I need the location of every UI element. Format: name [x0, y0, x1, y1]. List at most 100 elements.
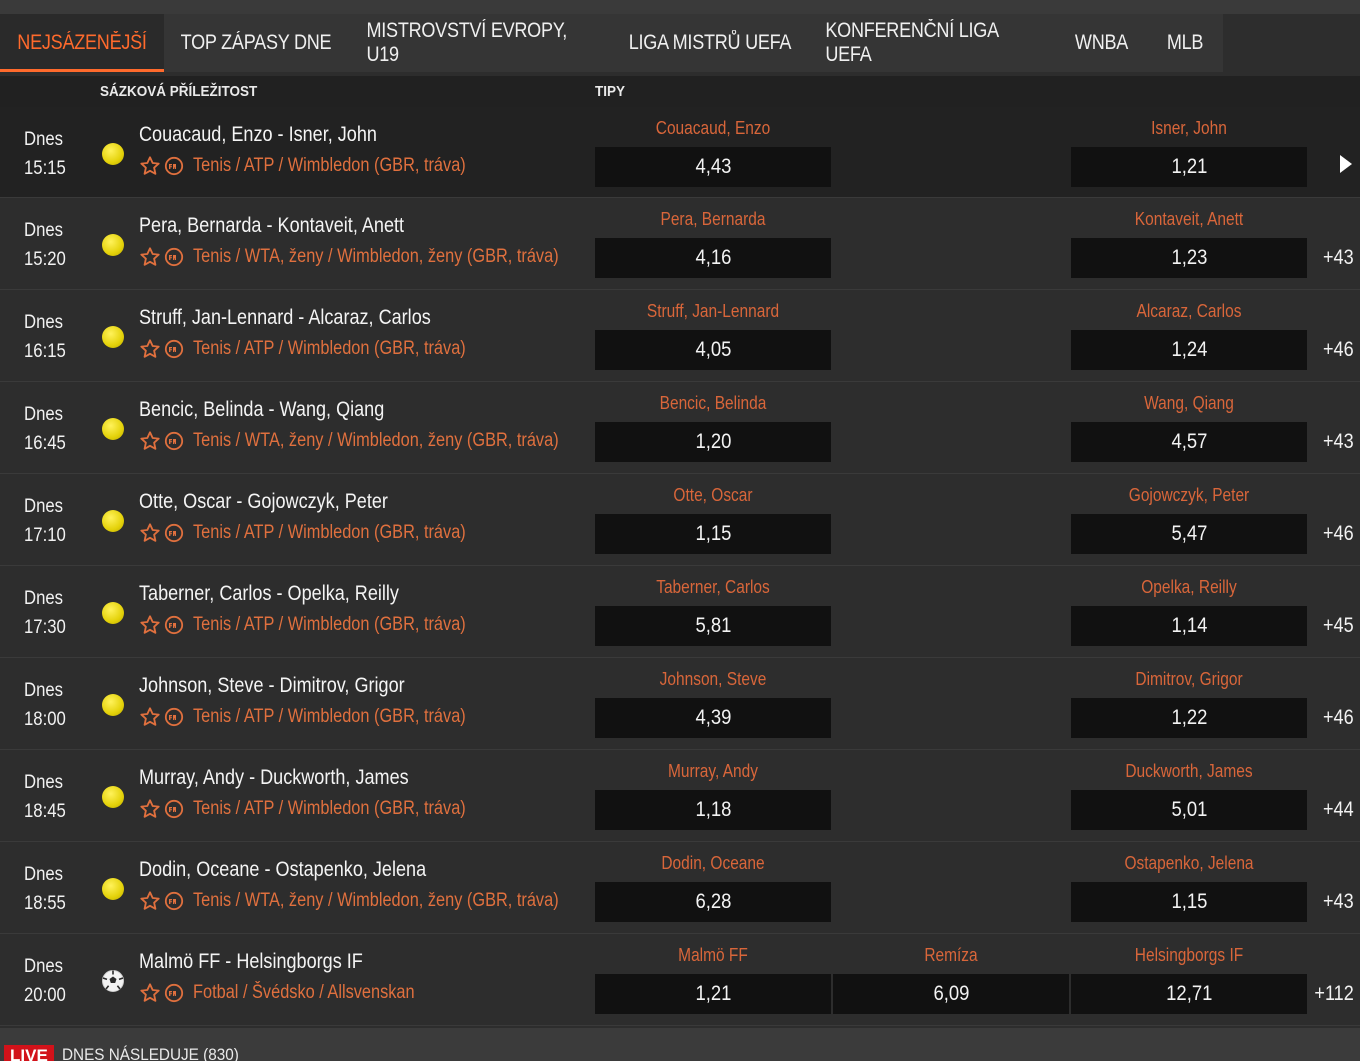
event-datetime: Dnes 17:30	[24, 584, 66, 642]
event-name[interactable]: Otte, Oscar - Gojowczyk, Peter	[139, 490, 388, 514]
home-odd-button[interactable]: 1,15	[595, 514, 831, 554]
tab-label: LIGA MISTRŮ UEFA	[628, 31, 792, 54]
tab-mistrovstvi-evropy-u19[interactable]: MISTROVSTVÍ EVROPY, U19	[348, 14, 612, 72]
tab-top-zapasy-dne[interactable]: TOP ZÁPASY DNE	[164, 14, 348, 72]
away-odd-button[interactable]: 1,21	[1071, 147, 1307, 187]
event-category[interactable]: Tenis / ATP / Wimbledon (GBR, tráva)	[193, 155, 466, 177]
more-markets-link[interactable]: +43	[1323, 246, 1354, 270]
more-markets-link[interactable]: +46	[1323, 338, 1354, 362]
event-category[interactable]: Tenis / ATP / Wimbledon (GBR, tráva)	[193, 338, 466, 360]
home-odd-button[interactable]: 4,43	[595, 147, 831, 187]
home-odd-button[interactable]: 4,05	[595, 330, 831, 370]
more-markets-link[interactable]: +46	[1323, 522, 1354, 546]
home-odd-value: 1,18	[695, 798, 731, 821]
away-odd-button[interactable]: 12,71	[1071, 974, 1307, 1014]
event-name[interactable]: Pera, Bernarda - Kontaveit, Anett	[139, 214, 404, 238]
event-row[interactable]: Dnes 15:20 Pera, Bernarda - Kontaveit, A…	[0, 198, 1360, 290]
away-odd-button[interactable]: 1,22	[1071, 698, 1307, 738]
event-category[interactable]: Tenis / WTA, ženy / Wimbledon, ženy (GBR…	[193, 430, 559, 452]
favorite-star-icon[interactable]	[139, 522, 161, 544]
event-list: Dnes 15:15 Couacaud, Enzo - Isner, John …	[0, 107, 1360, 1026]
away-selection-name: Alcaraz, Carlos	[1136, 301, 1242, 321]
event-day: Dnes	[24, 129, 64, 150]
away-odd-button[interactable]: 5,47	[1071, 514, 1307, 554]
home-odd-button[interactable]: 5,81	[595, 606, 831, 646]
away-odd-button[interactable]: 1,24	[1071, 330, 1307, 370]
tab-konferencni-liga-uefa[interactable]: KONFERENČNÍ LIGA UEFA	[808, 14, 1056, 72]
event-category[interactable]: Fotbal / Švédsko / Allsvenskan	[193, 982, 415, 1004]
favorite-star-icon[interactable]	[139, 706, 161, 728]
favorite-star-icon[interactable]	[139, 614, 161, 636]
event-datetime: Dnes 16:45	[24, 400, 66, 458]
home-odd-button[interactable]: 1,21	[595, 974, 831, 1014]
event-meta: Tenis / ATP / Wimbledon (GBR, tráva)	[139, 706, 510, 728]
home-odd-button[interactable]: 1,20	[595, 422, 831, 462]
event-category[interactable]: Tenis / ATP / Wimbledon (GBR, tráva)	[193, 614, 466, 636]
favorite-star-icon[interactable]	[139, 982, 161, 1004]
event-name[interactable]: Johnson, Steve - Dimitrov, Grigor	[139, 674, 405, 698]
draw-odd-button[interactable]: 6,09	[833, 974, 1069, 1014]
event-row[interactable]: Dnes 20:00 Malmö FF - Helsingborgs IF Fo…	[0, 934, 1360, 1026]
tab-liga-mistru-uefa[interactable]: LIGA MISTRŮ UEFA	[612, 14, 808, 72]
event-time: 15:20	[24, 249, 66, 270]
away-selection-name: Kontaveit, Anett	[1134, 209, 1244, 229]
event-name[interactable]: Couacaud, Enzo - Isner, John	[139, 123, 377, 147]
more-markets-link[interactable]: +46	[1323, 706, 1354, 730]
event-row[interactable]: Dnes 16:45 Bencic, Belinda - Wang, Qiang…	[0, 382, 1360, 474]
event-row[interactable]: Dnes 17:10 Otte, Oscar - Gojowczyk, Pete…	[0, 474, 1360, 566]
tab-label: KONFERENČNÍ LIGA UEFA	[825, 19, 998, 66]
sport-tabs: NEJSÁZENĚJŠÍ TOP ZÁPASY DNE MISTROVSTVÍ …	[0, 14, 1223, 72]
more-markets-link[interactable]: +43	[1323, 890, 1354, 914]
event-name[interactable]: Struff, Jan-Lennard - Alcaraz, Carlos	[139, 306, 431, 330]
home-odd-button[interactable]: 6,28	[595, 882, 831, 922]
home-selection-name: Otte, Oscar	[673, 485, 753, 505]
event-time: 18:55	[24, 893, 66, 914]
event-category[interactable]: Tenis / ATP / Wimbledon (GBR, tráva)	[193, 522, 466, 544]
event-row[interactable]: Dnes 18:00 Johnson, Steve - Dimitrov, Gr…	[0, 658, 1360, 750]
event-name[interactable]: Taberner, Carlos - Opelka, Reilly	[139, 582, 399, 606]
favorite-star-icon[interactable]	[139, 155, 161, 177]
away-odd-button[interactable]: 1,14	[1071, 606, 1307, 646]
event-row[interactable]: Dnes 17:30 Taberner, Carlos - Opelka, Re…	[0, 566, 1360, 658]
event-name[interactable]: Malmö FF - Helsingborgs IF	[139, 950, 363, 974]
favorite-star-icon[interactable]	[139, 798, 161, 820]
event-name[interactable]: Murray, Andy - Duckworth, James	[139, 766, 409, 790]
home-odd-button[interactable]: 4,16	[595, 238, 831, 278]
home-odd-button[interactable]: 1,18	[595, 790, 831, 830]
event-name[interactable]: Bencic, Belinda - Wang, Qiang	[139, 398, 384, 422]
favorite-star-icon[interactable]	[139, 246, 161, 268]
event-category[interactable]: Tenis / WTA, ženy / Wimbledon, ženy (GBR…	[193, 890, 559, 912]
more-markets-link[interactable]: +112	[1315, 982, 1354, 1006]
event-meta: Tenis / WTA, ženy / Wimbledon, ženy (GBR…	[139, 430, 618, 452]
event-datetime: Dnes 17:10	[24, 492, 66, 550]
favorite-star-icon[interactable]	[139, 338, 161, 360]
away-odd-button[interactable]: 1,23	[1071, 238, 1307, 278]
more-markets-link[interactable]: +43	[1323, 430, 1354, 454]
favorite-star-icon[interactable]	[139, 890, 161, 912]
tab-label: WNBA	[1074, 31, 1129, 54]
event-meta: Tenis / ATP / Wimbledon (GBR, tráva)	[139, 614, 510, 636]
home-odd-value: 4,16	[695, 246, 731, 269]
away-odd-button[interactable]: 4,57	[1071, 422, 1307, 462]
tab-label: MISTROVSTVÍ EVROPY, U19	[366, 19, 567, 66]
more-markets-link[interactable]: +44	[1323, 798, 1354, 822]
tab-wnba[interactable]: WNBA	[1056, 14, 1147, 72]
event-row[interactable]: Dnes 18:45 Murray, Andy - Duckworth, Jam…	[0, 750, 1360, 842]
more-markets-link[interactable]: +45	[1323, 614, 1354, 638]
event-category[interactable]: Tenis / WTA, ženy / Wimbledon, ženy (GBR…	[193, 246, 559, 268]
favorite-star-icon[interactable]	[139, 430, 161, 452]
event-row[interactable]: Dnes 16:15 Struff, Jan-Lennard - Alcaraz…	[0, 290, 1360, 382]
event-row[interactable]: Dnes 18:55 Dodin, Oceane - Ostapenko, Je…	[0, 842, 1360, 934]
play-arrow-icon[interactable]	[1339, 154, 1353, 174]
tab-mlb[interactable]: MLB	[1147, 14, 1223, 72]
event-category[interactable]: Tenis / ATP / Wimbledon (GBR, tráva)	[193, 706, 466, 728]
away-odd-button[interactable]: 1,15	[1071, 882, 1307, 922]
away-odd-button[interactable]: 5,01	[1071, 790, 1307, 830]
tab-nejsazenejsi[interactable]: NEJSÁZENĚJŠÍ	[0, 14, 164, 72]
event-row[interactable]: Dnes 15:15 Couacaud, Enzo - Isner, John …	[0, 107, 1360, 198]
event-category[interactable]: Tenis / ATP / Wimbledon (GBR, tráva)	[193, 798, 466, 820]
live-section-header[interactable]: LIVE DNES NÁSLEDUJE (830)	[0, 1028, 1360, 1061]
event-name[interactable]: Dodin, Oceane - Ostapenko, Jelena	[139, 858, 426, 882]
away-selection-name: Gojowczyk, Peter	[1128, 485, 1250, 505]
home-odd-button[interactable]: 4,39	[595, 698, 831, 738]
